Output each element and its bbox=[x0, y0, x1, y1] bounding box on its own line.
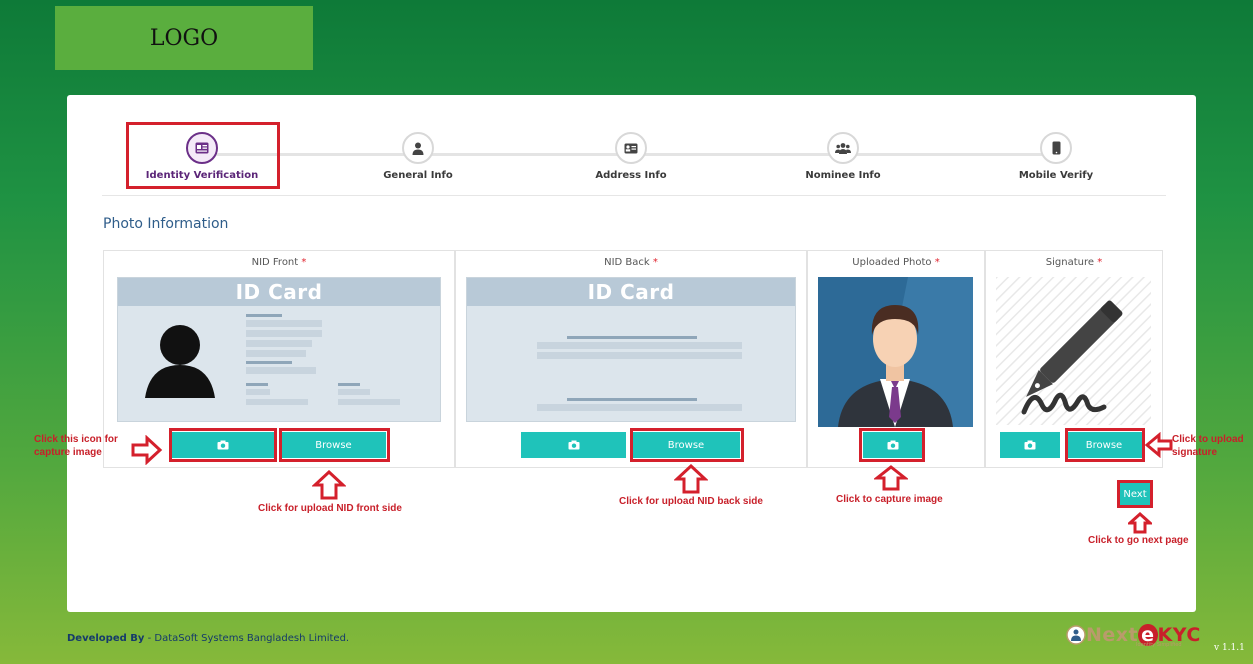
nid-back-camera-button[interactable] bbox=[521, 432, 626, 458]
note-upload-back: Click for upload NID back side bbox=[619, 496, 763, 507]
step-address-info[interactable]: Address Info bbox=[541, 132, 721, 181]
step-general-info[interactable]: General Info bbox=[328, 132, 508, 181]
step-nominee-info[interactable]: Nominee Info bbox=[753, 132, 933, 181]
panel-title-text: Signature bbox=[1045, 257, 1095, 268]
note-capture-icon: Click this icon for capture image bbox=[34, 434, 118, 458]
brand-name-part: Next bbox=[1086, 624, 1139, 646]
brand-logo: Next e KYC Identity Simplified bbox=[1066, 624, 1201, 648]
avatar-placeholder bbox=[818, 277, 973, 427]
version-label: v 1.1.1 bbox=[1214, 643, 1245, 653]
required-marker: * bbox=[301, 257, 307, 268]
step-label: General Info bbox=[383, 170, 453, 181]
step-mobile-verify[interactable]: Mobile Verify bbox=[966, 132, 1146, 181]
nid-back-preview: ID Card bbox=[466, 277, 796, 422]
note-upload-signature: Click to upload signature bbox=[1172, 434, 1244, 458]
id-card-heading: ID Card bbox=[118, 278, 440, 306]
note-upload-front: Click for upload NID front side bbox=[258, 503, 402, 514]
panel-title-text: NID Front bbox=[251, 257, 299, 268]
required-marker: * bbox=[934, 257, 940, 268]
mobile-icon bbox=[1040, 132, 1072, 164]
note-next-page: Click to go next page bbox=[1088, 535, 1189, 546]
required-marker: * bbox=[652, 257, 658, 268]
highlight-back-browse bbox=[630, 428, 744, 462]
arrow-up-icon bbox=[674, 464, 708, 494]
highlight-signature-browse bbox=[1065, 428, 1145, 462]
footer-credit-company: - DataSoft Systems Bangladesh Limited. bbox=[144, 633, 350, 644]
footer-credit: Developed By - DataSoft Systems Banglade… bbox=[67, 633, 349, 644]
step-label: Nominee Info bbox=[805, 170, 881, 181]
arrow-up-icon bbox=[1128, 512, 1152, 534]
arrow-left-icon bbox=[1145, 432, 1173, 458]
logo: LOGO bbox=[55, 6, 313, 70]
highlight-front-browse bbox=[279, 428, 390, 462]
camera-icon bbox=[568, 440, 579, 450]
kyc-form-card: Identity Verification General Info Addre… bbox=[67, 95, 1196, 612]
section-title: Photo Information bbox=[103, 216, 229, 232]
signature-camera-button[interactable] bbox=[1000, 432, 1060, 458]
brand-emblem-icon bbox=[1066, 625, 1086, 645]
person-silhouette-icon bbox=[145, 325, 215, 398]
panel-title: NID Back * bbox=[456, 257, 806, 271]
note-capture-image: Click to capture image bbox=[836, 494, 943, 505]
panel-title: Uploaded Photo * bbox=[808, 257, 984, 271]
arrow-up-icon bbox=[874, 465, 908, 491]
panel-title-text: NID Back bbox=[604, 257, 650, 268]
highlight-photo-camera bbox=[859, 428, 925, 462]
step-label: Mobile Verify bbox=[1018, 170, 1094, 181]
camera-icon bbox=[1024, 440, 1036, 450]
panel-title: NID Front * bbox=[104, 257, 454, 271]
signature-pen-icon bbox=[996, 277, 1151, 425]
stepper-divider bbox=[102, 195, 1166, 196]
id-card-heading: ID Card bbox=[467, 278, 795, 306]
step-label: Address Info bbox=[595, 170, 667, 181]
step-highlight-box bbox=[126, 122, 280, 189]
required-marker: * bbox=[1097, 257, 1103, 268]
arrow-right-icon bbox=[131, 435, 163, 465]
highlight-front-camera bbox=[169, 428, 277, 462]
arrow-up-icon bbox=[312, 470, 346, 500]
nid-front-preview: ID Card bbox=[117, 277, 441, 422]
footer-credit-prefix: Developed By bbox=[67, 633, 145, 644]
highlight-next bbox=[1117, 480, 1153, 508]
brand-tagline: Identity Simplified bbox=[1136, 642, 1182, 648]
user-icon bbox=[402, 132, 434, 164]
users-icon bbox=[827, 132, 859, 164]
panel-title: Signature * bbox=[986, 257, 1162, 271]
address-card-icon bbox=[615, 132, 647, 164]
panel-title-text: Uploaded Photo bbox=[852, 257, 932, 268]
